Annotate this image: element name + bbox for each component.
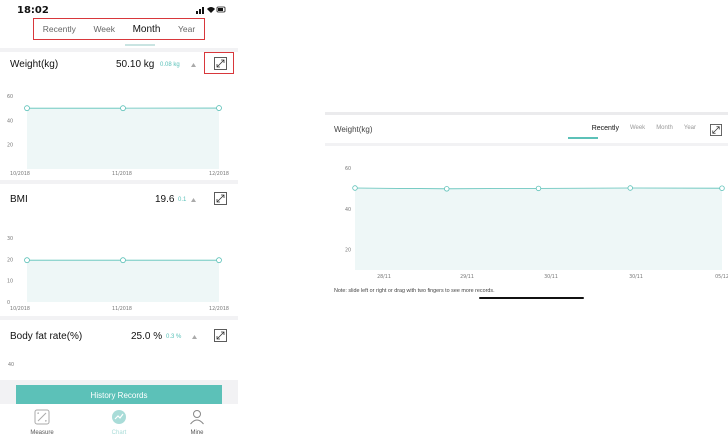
y-tick-label: 20 <box>7 257 13 263</box>
active-tab-underline <box>125 44 155 46</box>
data-point <box>24 105 30 112</box>
data-point <box>120 105 126 112</box>
x-tick-label: 12/2018 <box>209 171 229 177</box>
body-fat-row[interactable]: Body fat rate(%) 25.0 % 0.3 % <box>0 325 238 349</box>
x-tick-label: 30/11 <box>544 274 558 280</box>
x-tick-label: 05/12 <box>715 274 728 280</box>
nav-item-measure[interactable]: Measure <box>17 406 67 440</box>
expand-icon[interactable] <box>214 329 227 342</box>
data-point <box>216 105 222 111</box>
period-tabs: Recently Week Month Year <box>34 19 204 39</box>
expand-icon[interactable] <box>214 192 227 205</box>
y-tick-label: 20 <box>7 143 13 149</box>
area-fill <box>355 187 722 270</box>
x-tick-label: 12/2018 <box>209 306 229 312</box>
collapse-icon[interactable] <box>710 124 722 136</box>
trend-up-icon <box>191 198 196 202</box>
phone-portrait-screen: 18:02 Recently Week Month Year Weight(kg… <box>0 0 238 440</box>
y-tick-label: 60 <box>345 166 351 172</box>
status-time: 18:02 <box>17 5 49 16</box>
x-tick-label: 10/2018 <box>10 306 30 312</box>
home-indicator <box>479 297 584 299</box>
data-point <box>216 257 222 264</box>
y-tick-label: 30 <box>7 236 13 242</box>
area-fill <box>27 108 219 169</box>
weight-label: Weight(kg) <box>10 59 59 70</box>
area-fill <box>27 260 219 302</box>
tab-week[interactable]: Week <box>93 24 115 34</box>
bmi-row[interactable]: BMI 19.6 0.1 <box>0 188 238 212</box>
person-icon <box>190 410 204 425</box>
history-records-button[interactable]: History Records <box>16 385 222 405</box>
landscape-weight-chart: 20 40 60 28/11 29/11 30/11 30/11 05/12 <box>345 166 728 280</box>
y-tick-label: 10 <box>7 279 13 285</box>
status-bar: 18:02 <box>0 0 238 20</box>
data-point <box>535 185 542 192</box>
weight-chart: 20 40 60 10/2018 11/2018 12/2018 <box>7 94 229 177</box>
x-tick-label: 30/11 <box>629 274 643 280</box>
trend-up-icon <box>191 63 196 67</box>
x-tick-label: 11/2018 <box>112 171 132 177</box>
y-tick-label: 20 <box>345 248 351 254</box>
data-point <box>24 257 30 264</box>
y-tick-label: 40 <box>8 362 14 368</box>
x-tick-label: 29/11 <box>460 274 474 280</box>
measure-icon <box>34 409 50 425</box>
landscape-weight-screen: Weight(kg) Recently Week Month Year 20 40… <box>325 112 728 302</box>
divider <box>0 316 238 320</box>
data-point <box>444 186 450 192</box>
weight-value: 50.10 kg <box>116 59 155 70</box>
nav-item-chart[interactable]: Chart <box>94 406 144 440</box>
y-tick-label: 60 <box>7 94 13 100</box>
tab-month[interactable]: Month <box>133 24 161 35</box>
nav-label: Measure <box>30 430 54 436</box>
tab-month[interactable]: Month <box>656 125 673 132</box>
x-tick-label: 11/2018 <box>112 306 132 312</box>
landscape-period-tabs: Recently Week Month Year <box>592 125 696 132</box>
body-fat-chart: 40 <box>8 362 14 368</box>
divider <box>0 180 238 184</box>
tab-year[interactable]: Year <box>178 24 195 34</box>
data-point <box>627 185 633 191</box>
y-tick-label: 40 <box>345 207 351 213</box>
tab-week[interactable]: Week <box>630 125 645 132</box>
chart-icon <box>112 410 126 424</box>
trend-up-icon <box>192 335 197 339</box>
x-tick-label: 28/11 <box>377 274 391 280</box>
bottom-nav: Measure Chart Mine <box>0 404 238 440</box>
nav-label: Mine <box>190 430 204 436</box>
body-fat-delta: 0.3 % <box>166 334 182 340</box>
header-divider <box>325 143 728 146</box>
bmi-label: BMI <box>10 194 28 205</box>
tab-recently[interactable]: Recently <box>43 24 76 34</box>
signal-icon <box>196 7 204 14</box>
active-tab-underline <box>568 137 598 139</box>
body-fat-value: 25.0 % <box>131 331 163 342</box>
nav-item-mine[interactable]: Mine <box>172 406 222 440</box>
weight-delta: 0.08 kg <box>160 62 180 68</box>
scroll-hint-note: Note: slide left or right or drag with t… <box>334 288 495 294</box>
divider <box>0 48 238 52</box>
data-point <box>352 185 358 191</box>
wifi-icon <box>207 7 215 13</box>
expand-icon[interactable] <box>214 57 227 70</box>
y-tick-label: 40 <box>7 118 13 124</box>
data-point <box>120 257 126 264</box>
status-icons <box>196 6 226 14</box>
y-tick-label: 0 <box>7 300 10 306</box>
tab-year[interactable]: Year <box>684 125 696 132</box>
bmi-chart: 0 10 20 30 10/2018 11/2018 12/2018 <box>7 236 229 312</box>
landscape-title: Weight(kg) <box>334 125 373 134</box>
bmi-delta: 0.1 <box>178 197 187 203</box>
data-point <box>719 185 725 191</box>
body-fat-label: Body fat rate(%) <box>10 331 83 342</box>
x-tick-label: 10/2018 <box>10 171 30 177</box>
bmi-value: 19.6 <box>155 194 175 205</box>
weight-row[interactable]: Weight(kg) 50.10 kg 0.08 kg <box>0 53 238 77</box>
tab-recently[interactable]: Recently <box>592 125 619 132</box>
top-divider <box>325 112 728 115</box>
nav-label: Chart <box>111 430 127 436</box>
